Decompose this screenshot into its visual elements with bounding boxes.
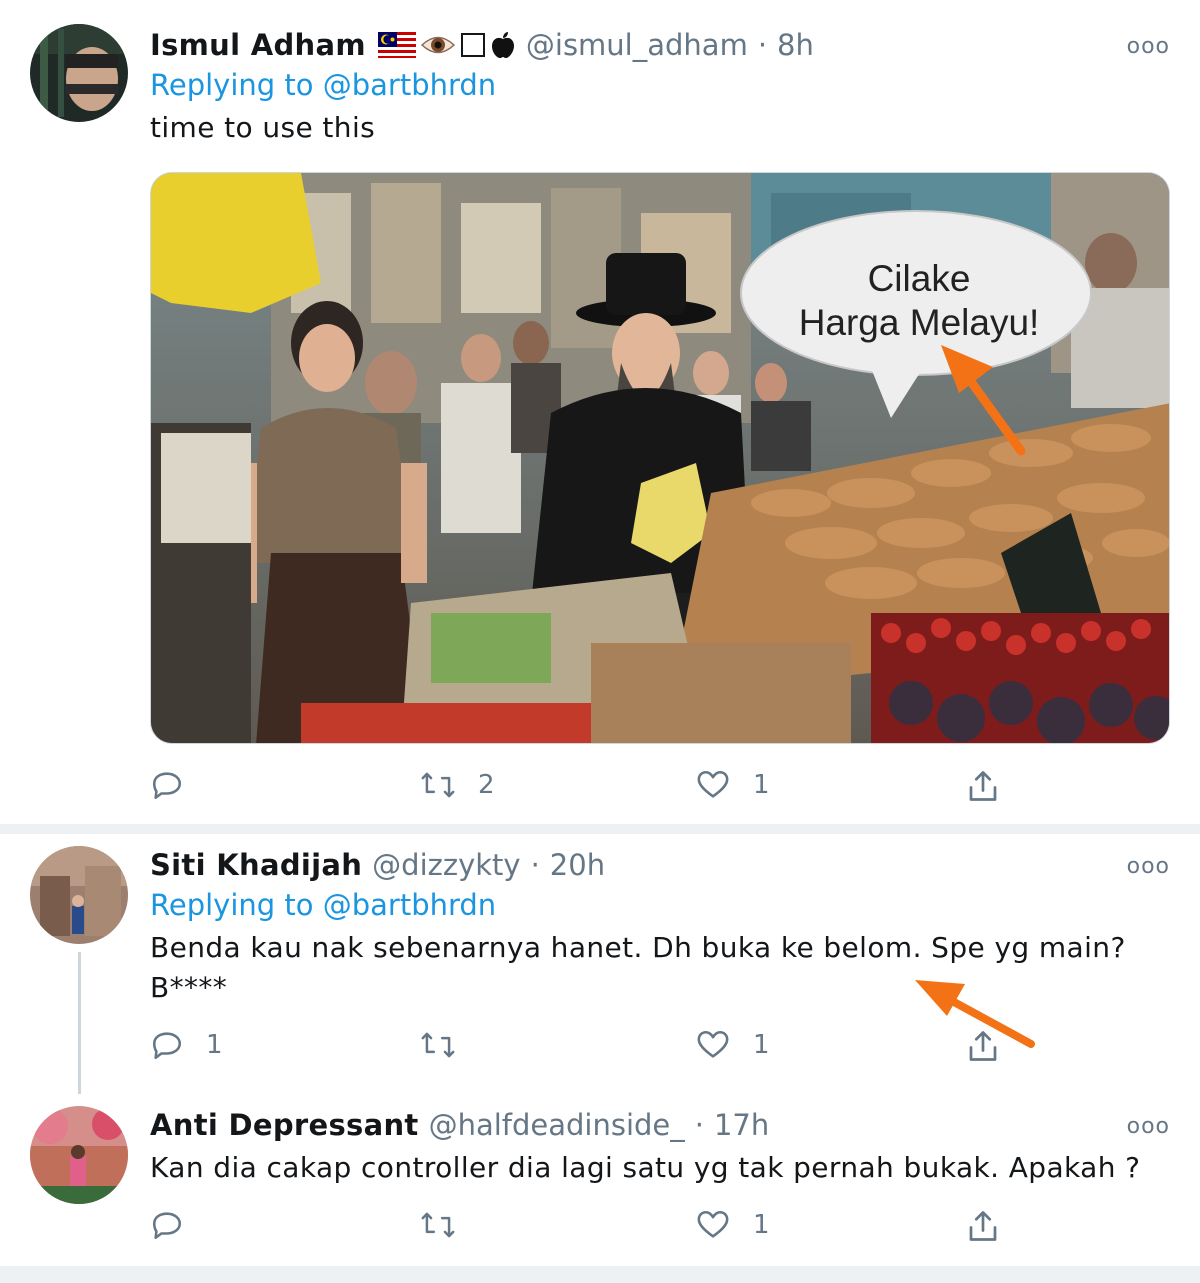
tweet-actions: 1 xyxy=(150,1208,1050,1248)
tweet-siti-khadijah[interactable]: Siti Khadijah @dizzykty · 20h ooo Replyi… xyxy=(0,834,1200,1094)
tweet-time[interactable]: 8h xyxy=(777,28,814,62)
more-options-icon[interactable]: ooo xyxy=(1127,1114,1170,1139)
share-button[interactable] xyxy=(965,768,1001,804)
annotation-arrow-icon xyxy=(915,980,1035,1048)
heart-icon xyxy=(697,770,729,798)
reply-button[interactable]: 1 xyxy=(150,1028,223,1062)
separator: · xyxy=(757,28,768,62)
user-handle[interactable]: @ismul_adham xyxy=(526,28,748,62)
more-options-icon[interactable]: ooo xyxy=(1127,854,1170,879)
malaysia-flag-icon xyxy=(377,32,416,58)
retweet-icon xyxy=(421,772,455,798)
tweet-time[interactable]: 20h xyxy=(550,848,605,882)
square-icon xyxy=(460,33,485,57)
name-emojis xyxy=(377,31,516,59)
replying-handle-link[interactable]: @bartbhrdn xyxy=(323,888,496,922)
reply-icon xyxy=(152,772,182,800)
retweet-count: 2 xyxy=(478,770,495,800)
retweet-button[interactable] xyxy=(420,1028,478,1062)
tweet-anti-depressant[interactable]: Anti Depressant @halfdeadinside_ · 17h o… xyxy=(0,1094,1200,1264)
separator: · xyxy=(694,1108,704,1142)
reply-count: 1 xyxy=(206,1030,223,1060)
like-count: 1 xyxy=(753,770,770,800)
replying-prefix: Replying to xyxy=(150,888,314,922)
share-icon xyxy=(969,1211,997,1241)
tweet-divider xyxy=(0,1266,1200,1283)
display-name[interactable]: Siti Khadijah xyxy=(150,848,362,882)
speech-bubble-line1: Cilake xyxy=(868,258,971,299)
reply-icon xyxy=(152,1032,182,1060)
retweet-icon xyxy=(421,1212,455,1238)
tweet-header: Siti Khadijah @dizzykty · 20h xyxy=(150,848,605,882)
replying-to: Replying to @bartbhrdn xyxy=(150,888,496,922)
tweet-text-line: Benda kau nak sebenarnya hanet. Dh buka … xyxy=(150,931,1126,964)
reply-button[interactable] xyxy=(150,1208,206,1242)
user-handle[interactable]: @dizzykty xyxy=(372,848,520,882)
like-button[interactable]: 1 xyxy=(695,768,770,802)
tweet-ismul-adham[interactable]: Ismul Adham @ismul_adham · 8h ooo Replyi… xyxy=(0,0,1200,826)
user-handle[interactable]: @halfdeadinside_ xyxy=(429,1108,685,1142)
tweet-media-image[interactable]: Cilake Harga Melayu! xyxy=(150,172,1170,744)
heart-icon xyxy=(697,1030,729,1058)
tweet-text: Kan dia cakap controller dia lagi satu y… xyxy=(150,1151,1141,1184)
tweet-header: Anti Depressant @halfdeadinside_ · 17h xyxy=(150,1108,769,1142)
avatar[interactable] xyxy=(30,24,128,122)
separator: · xyxy=(530,848,540,882)
tweet-actions: 2 1 xyxy=(150,768,1050,808)
replying-prefix: Replying to xyxy=(150,68,314,102)
eye-icon xyxy=(420,36,455,54)
tweet-text: time to use this xyxy=(150,111,376,144)
replying-handle-link[interactable]: @bartbhrdn xyxy=(323,68,496,102)
reply-icon xyxy=(152,1212,182,1240)
speech-bubble-line2: Harga Melayu! xyxy=(799,302,1040,343)
apple-icon xyxy=(491,32,514,58)
like-count: 1 xyxy=(753,1210,770,1240)
thread-line xyxy=(78,952,81,1094)
reply-button[interactable] xyxy=(150,768,206,802)
like-button[interactable]: 1 xyxy=(695,1208,770,1242)
retweet-button[interactable]: 2 xyxy=(420,768,495,802)
retweet-button[interactable] xyxy=(420,1208,478,1242)
display-name[interactable]: Ismul Adham xyxy=(150,28,366,62)
avatar[interactable] xyxy=(30,1106,128,1204)
more-options-icon[interactable]: ooo xyxy=(1127,34,1170,59)
retweet-icon xyxy=(421,1032,455,1058)
heart-icon xyxy=(697,1210,729,1238)
share-button[interactable] xyxy=(965,1208,1001,1244)
tweet-divider xyxy=(0,824,1200,834)
like-button[interactable]: 1 xyxy=(695,1028,770,1062)
tweet-header: Ismul Adham @ismul_adham · 8h xyxy=(150,28,814,62)
replying-to: Replying to @bartbhrdn xyxy=(150,68,496,102)
display-name[interactable]: Anti Depressant xyxy=(150,1108,419,1142)
share-icon xyxy=(969,771,997,801)
like-count: 1 xyxy=(753,1030,770,1060)
avatar[interactable] xyxy=(30,846,128,944)
tweet-time[interactable]: 17h xyxy=(714,1108,769,1142)
